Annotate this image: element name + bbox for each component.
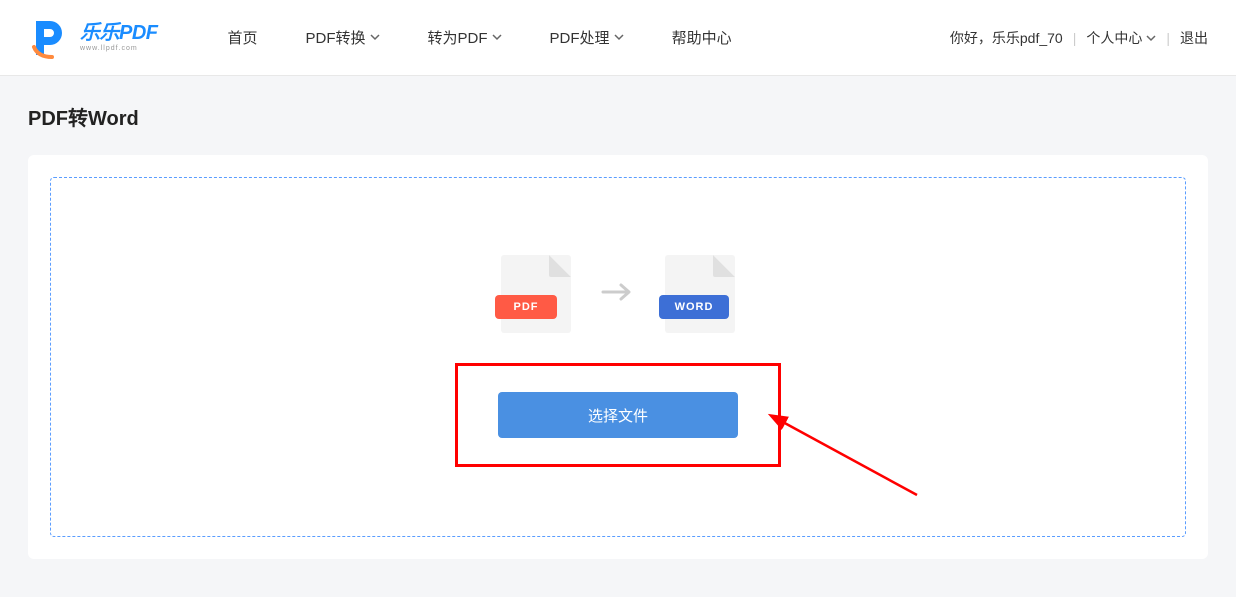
main-nav: 首页 PDF转换 转为PDF PDF处理 帮助中心: [228, 27, 732, 48]
pdf-file-icon: PDF: [501, 255, 571, 333]
word-badge: WORD: [659, 295, 729, 319]
chevron-down-icon: [370, 29, 380, 46]
choose-file-button[interactable]: 选择文件: [498, 392, 738, 438]
separator: |: [1166, 30, 1170, 46]
page-title: PDF转Word: [28, 102, 1208, 131]
brand-logo[interactable]: 乐乐PDF www.llpdf.com: [28, 15, 158, 61]
user-greeting: 你好，乐乐pdf_70: [950, 28, 1063, 48]
pdf-badge: PDF: [495, 295, 557, 319]
dropzone[interactable]: PDF WORD 选择文件: [50, 177, 1186, 537]
upload-card: PDF WORD 选择文件: [28, 155, 1208, 559]
user-center-link[interactable]: 个人中心: [1086, 28, 1156, 48]
logout-link[interactable]: 退出: [1180, 28, 1208, 48]
nav-pdf-process-label: PDF处理: [550, 27, 610, 48]
page-body: PDF转Word PDF WORD: [0, 76, 1236, 585]
nav-to-pdf[interactable]: 转为PDF: [428, 27, 502, 48]
nav-help[interactable]: 帮助中心: [672, 27, 732, 48]
arrow-right-icon: [601, 282, 635, 307]
logo-url: www.llpdf.com: [80, 45, 158, 52]
word-file-icon: WORD: [665, 255, 735, 333]
logo-text: 乐乐PDF www.llpdf.com: [80, 23, 158, 52]
chevron-down-icon: [614, 29, 624, 46]
nav-pdf-convert[interactable]: PDF转换: [306, 27, 380, 48]
chevron-down-icon: [1146, 30, 1156, 46]
top-header: 乐乐PDF www.llpdf.com 首页 PDF转换 转为PDF PDF处理…: [0, 0, 1236, 76]
annotation-highlight-box: 选择文件: [455, 363, 781, 467]
logo-mark-icon: [28, 15, 74, 61]
nav-to-pdf-label: 转为PDF: [428, 27, 488, 48]
annotation-arrow-icon: [767, 413, 927, 508]
separator: |: [1073, 30, 1077, 46]
user-center-label: 个人中心: [1086, 28, 1142, 48]
conversion-graphic: PDF WORD: [501, 255, 735, 333]
user-area: 你好，乐乐pdf_70 | 个人中心 | 退出: [950, 28, 1208, 48]
nav-pdf-process[interactable]: PDF处理: [550, 27, 624, 48]
nav-pdf-convert-label: PDF转换: [306, 27, 366, 48]
chevron-down-icon: [492, 29, 502, 46]
nav-home[interactable]: 首页: [228, 27, 258, 48]
logo-wordmark: 乐乐PDF: [80, 23, 158, 43]
